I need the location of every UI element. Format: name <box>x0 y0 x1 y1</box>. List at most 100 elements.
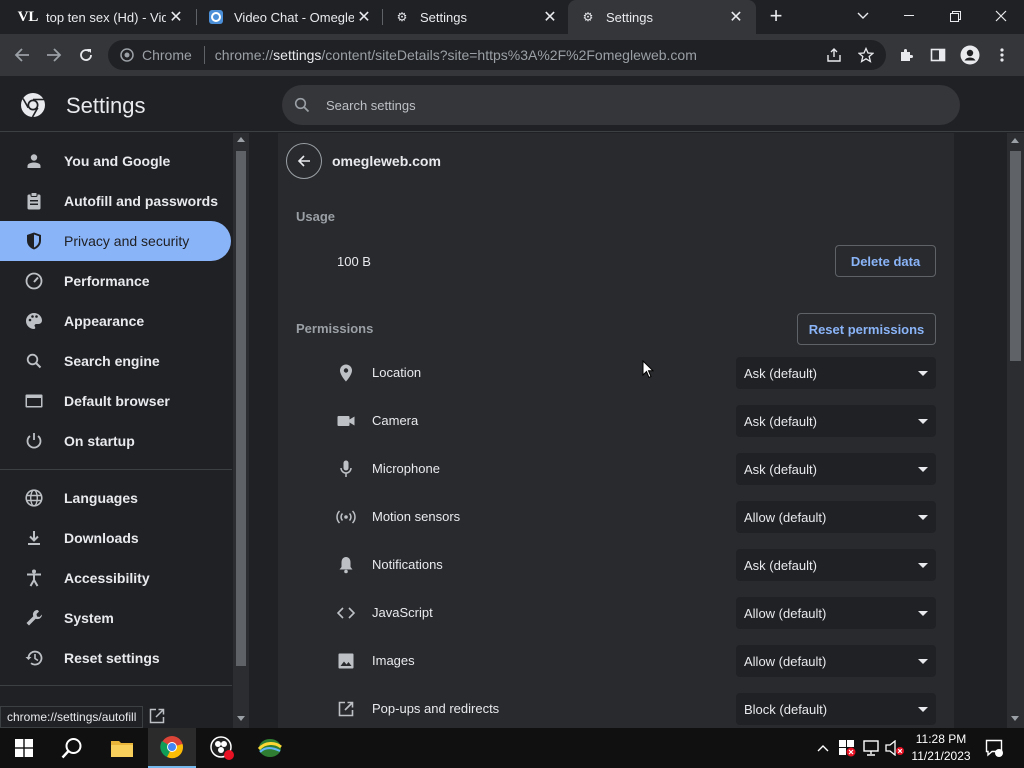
scrollbar-thumb[interactable] <box>236 151 246 666</box>
sidebar-item-autofill[interactable]: Autofill and passwords <box>0 181 231 221</box>
volume-muted-icon[interactable] <box>884 728 906 768</box>
permission-label: Pop-ups and redirects <box>372 701 500 716</box>
clock-time: 11:28 PM <box>915 732 967 746</box>
chrome-chip[interactable]: Chrome <box>120 47 192 63</box>
notifications-select[interactable]: Ask (default) <box>736 549 936 581</box>
bookmark-star-icon[interactable] <box>850 39 882 71</box>
sidebar-item-accessibility[interactable]: Accessibility <box>0 558 231 598</box>
new-tab-button[interactable]: + <box>754 0 798 32</box>
scroll-up-arrow-icon[interactable] <box>1011 138 1019 143</box>
sidebar-item-appearance[interactable]: Appearance <box>0 301 231 341</box>
close-icon[interactable]: ✕ <box>540 7 560 27</box>
globe-icon <box>24 488 44 508</box>
tab-vidlii[interactable]: VL top ten sex (Hd) - VidL ✕ <box>0 0 196 34</box>
extensions-puzzle-icon[interactable] <box>890 39 922 71</box>
delete-data-button[interactable]: Delete data <box>835 245 936 277</box>
sidebar-item-label: Search engine <box>64 353 160 369</box>
search-icon <box>294 97 310 113</box>
taskbar-search-button[interactable] <box>48 728 96 768</box>
scroll-down-arrow-icon[interactable] <box>237 716 245 721</box>
file-explorer-button[interactable] <box>98 728 146 768</box>
chrome-logo-icon <box>160 736 183 759</box>
tab-omegle[interactable]: Video Chat - OmegleW ✕ <box>188 0 384 34</box>
sidebar-item-label: Privacy and security <box>64 233 190 249</box>
code-icon <box>336 603 356 623</box>
back-button[interactable] <box>6 39 38 71</box>
notification-center-icon[interactable] <box>982 728 1006 768</box>
omegle-icon <box>208 9 224 25</box>
tab-search-button[interactable] <box>840 0 886 32</box>
clock-date: 11/21/2023 <box>911 749 971 763</box>
scrollbar-thumb[interactable] <box>1010 151 1021 361</box>
sidebar-item-reset-settings[interactable]: Reset settings <box>0 638 231 678</box>
permission-row-camera: Camera Ask (default) <box>278 397 954 445</box>
side-panel-icon[interactable] <box>922 39 954 71</box>
microphone-select[interactable]: Ask (default) <box>736 453 936 485</box>
sensors-icon <box>336 507 356 527</box>
speedometer-icon <box>24 271 44 291</box>
app-taskbar-button[interactable] <box>246 728 294 768</box>
javascript-select[interactable]: Allow (default) <box>736 597 936 629</box>
dropdown-caret-icon <box>918 658 928 664</box>
sidebar-item-performance[interactable]: Performance <box>0 261 231 301</box>
close-window-button[interactable] <box>978 0 1024 32</box>
reset-permissions-button[interactable]: Reset permissions <box>797 313 936 345</box>
sidebar-item-label: Reset settings <box>64 650 160 666</box>
vidlii-icon: VL <box>17 8 39 25</box>
select-value: Allow (default) <box>744 605 827 621</box>
taskbar-clock[interactable]: 11:28 PM 11/21/2023 <box>906 731 976 765</box>
location-select[interactable]: Ask (default) <box>736 357 936 389</box>
back-arrow-button[interactable] <box>286 143 322 179</box>
restore-button[interactable] <box>932 0 978 32</box>
settings-header: Settings <box>0 76 1024 132</box>
sidebar-item-label: Accessibility <box>64 570 150 586</box>
chrome-taskbar-button[interactable] <box>148 728 196 768</box>
start-button[interactable] <box>0 728 48 768</box>
search-input[interactable] <box>326 97 886 113</box>
url-path: /content/siteDetails?site=https%3A%2F%2F… <box>321 47 697 63</box>
permission-label: Images <box>372 653 415 668</box>
share-icon[interactable] <box>818 39 850 71</box>
sidebar-scrollbar[interactable] <box>233 133 249 728</box>
close-icon[interactable]: ✕ <box>166 7 186 27</box>
scroll-down-arrow-icon[interactable] <box>1011 716 1019 721</box>
location-pin-icon <box>336 363 356 383</box>
camera-select[interactable]: Ask (default) <box>736 405 936 437</box>
sidebar-item-search-engine[interactable]: Search engine <box>0 341 231 381</box>
reload-button[interactable] <box>70 39 102 71</box>
site-title: omegleweb.com <box>332 153 441 169</box>
profile-avatar-icon[interactable] <box>954 39 986 71</box>
sidebar-divider <box>0 685 232 686</box>
sidebar-item-downloads[interactable]: Downloads <box>0 518 231 558</box>
sidebar-item-system[interactable]: System <box>0 598 231 638</box>
tab-settings-1[interactable]: ⚙ Settings ✕ <box>374 0 570 34</box>
sidebar-item-on-startup[interactable]: On startup <box>0 421 231 461</box>
close-icon[interactable]: ✕ <box>726 7 746 27</box>
forward-button[interactable] <box>38 39 70 71</box>
motion-sensors-select[interactable]: Allow (default) <box>736 501 936 533</box>
sidebar-item-privacy-and-security[interactable]: Privacy and security <box>0 221 231 261</box>
close-icon[interactable]: ✕ <box>354 7 374 27</box>
minimize-button[interactable] <box>886 0 932 32</box>
chrome-logo-icon <box>20 92 46 123</box>
network-icon[interactable] <box>860 728 882 768</box>
select-value: Block (default) <box>744 701 828 717</box>
sidebar-item-languages[interactable]: Languages <box>0 478 231 518</box>
obs-record-icon <box>210 736 234 760</box>
permission-label: Location <box>372 365 422 380</box>
accessibility-icon <box>24 568 44 588</box>
images-select[interactable]: Allow (default) <box>736 645 936 677</box>
menu-kebab-icon[interactable] <box>986 39 1018 71</box>
search-settings-box[interactable] <box>282 85 960 125</box>
security-alert-icon[interactable] <box>836 728 858 768</box>
sidebar-item-you-and-google[interactable]: You and Google <box>0 141 231 181</box>
tray-overflow-chevron-icon[interactable] <box>812 728 834 768</box>
scroll-up-arrow-icon[interactable] <box>237 137 245 142</box>
windows-logo-icon <box>15 739 33 757</box>
popups-select[interactable]: Block (default) <box>736 693 936 725</box>
sidebar-item-default-browser[interactable]: Default browser <box>0 381 231 421</box>
address-bar[interactable]: Chrome chrome://settings/content/siteDet… <box>108 40 886 70</box>
tab-settings-active[interactable]: ⚙ Settings ✕ <box>568 0 756 34</box>
obs-taskbar-button[interactable] <box>198 728 246 768</box>
main-scrollbar[interactable] <box>1007 133 1024 728</box>
